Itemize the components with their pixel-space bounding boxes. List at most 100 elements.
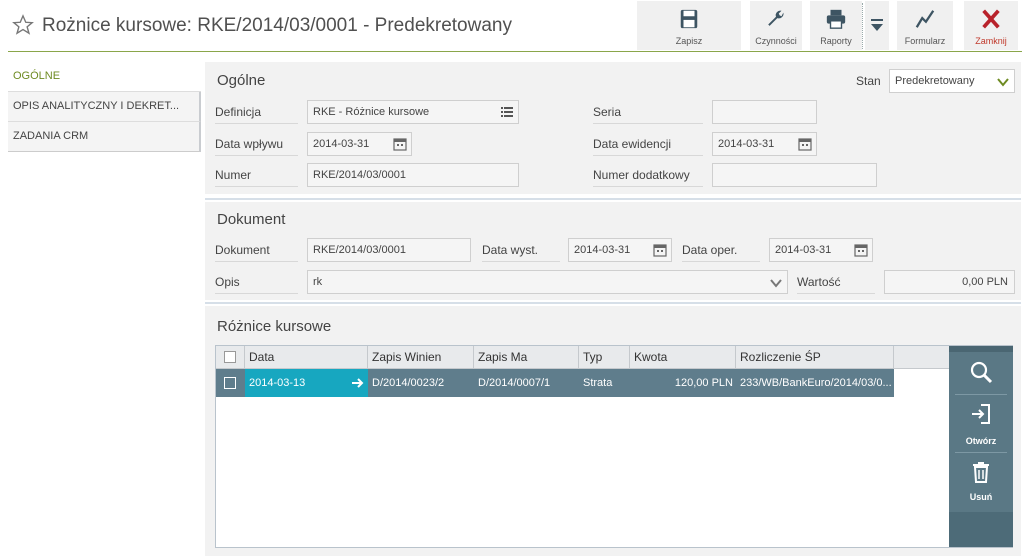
column-header-credit[interactable]: Zapis Ma [474, 346, 579, 369]
printer-icon [826, 9, 846, 29]
reports-button[interactable]: Raporty [810, 1, 862, 50]
chevron-down-icon[interactable] [769, 276, 783, 290]
save-icon [680, 9, 698, 29]
general-section: Ogólne Stan Predekretowany Definicja RKE… [205, 62, 1021, 194]
row-checkbox[interactable] [224, 377, 236, 389]
row-select-cell [216, 369, 245, 397]
op-date-value: 2014-03-31 [775, 244, 832, 256]
extra-number-label: Numer dodatkowy [593, 163, 703, 187]
calendar-icon[interactable] [653, 243, 667, 257]
status-value: Predekretowany [895, 75, 975, 87]
section-divider [205, 198, 1021, 200]
op-date-field[interactable]: 2014-03-31 [769, 238, 873, 262]
calendar-icon[interactable] [393, 137, 407, 151]
chevron-down-icon [997, 78, 1009, 87]
row-debit: D/2014/0023/2 [372, 377, 445, 389]
record-date-value: 2014-03-31 [718, 138, 775, 150]
row-settlement: 233/WB/BankEuro/2014/03/0... [740, 377, 892, 389]
select-all-header [216, 346, 245, 369]
reports-label: Raporty [820, 36, 852, 46]
receipt-date-field[interactable]: 2014-03-31 [307, 132, 412, 156]
header: Rożnice kursowe: RKE/2014/03/0001 - Pred… [0, 0, 1024, 52]
record-date-label: Data ewidencji [593, 132, 703, 156]
doc-label: Dokument [215, 238, 298, 262]
open-button[interactable]: Otwórz [949, 402, 1013, 448]
search-button[interactable] [949, 360, 1013, 388]
calendar-icon[interactable] [798, 137, 812, 151]
extra-number-field[interactable] [712, 163, 877, 187]
diffs-grid: Data Zapis Winien Zapis Ma Typ Kwota Roz… [215, 345, 1013, 548]
open-icon [972, 404, 990, 424]
row-credit: D/2014/0007/1 [478, 377, 551, 389]
close-button[interactable]: Zamknij [964, 1, 1018, 50]
number-label: Numer [215, 163, 298, 187]
general-title: Ogólne [217, 72, 266, 89]
series-field[interactable] [712, 100, 817, 124]
select-all-checkbox[interactable] [224, 351, 236, 363]
star-icon[interactable] [12, 14, 34, 36]
desc-label: Opis [215, 270, 298, 294]
column-header-date[interactable]: Data [245, 346, 368, 369]
definition-value: RKE - Różnice kursowe [313, 106, 430, 118]
search-icon [970, 361, 993, 384]
series-label: Seria [593, 100, 703, 124]
close-label: Zamknij [975, 36, 1007, 46]
delete-button[interactable]: Usuń [949, 460, 1013, 506]
trash-icon [973, 462, 989, 483]
status-label: Stan [856, 74, 881, 88]
form-button[interactable]: Formularz [897, 1, 953, 50]
desc-field[interactable]: rk [307, 270, 788, 294]
tab-analytic[interactable]: OPIS ANALITYCZNY I DEKRET... [8, 92, 201, 122]
page-title: Rożnice kursowe: RKE/2014/03/0001 - Pred… [42, 15, 512, 36]
desc-value: rk [313, 276, 323, 288]
close-icon [982, 9, 1000, 29]
status-select[interactable]: Predekretowany [889, 69, 1015, 93]
definition-field[interactable]: RKE - Różnice kursowe [307, 100, 519, 124]
panel-divider [955, 394, 1007, 395]
record-date-field[interactable]: 2014-03-31 [712, 132, 817, 156]
doc-field[interactable]: RKE/2014/03/0001 [307, 238, 471, 262]
save-button[interactable]: Zapisz [637, 1, 741, 50]
more-button[interactable] [865, 1, 889, 50]
definition-label: Definicja [215, 100, 298, 124]
section-divider [205, 302, 1021, 304]
toolbar-divider [862, 3, 863, 49]
section-tabs: OGÓLNE OPIS ANALITYCZNY I DEKRET... ZADA… [8, 62, 201, 152]
calendar-icon[interactable] [854, 243, 868, 257]
column-header-debit[interactable]: Zapis Winien [368, 346, 474, 369]
tab-general[interactable]: OGÓLNE [8, 62, 201, 92]
column-header-amount[interactable]: Kwota [630, 346, 736, 369]
document-title: Dokument [217, 211, 286, 228]
open-label: Otwórz [965, 436, 997, 446]
form-label: Formularz [904, 36, 946, 46]
actions-button[interactable]: Czynności [750, 1, 802, 50]
column-header-filler [894, 346, 949, 369]
column-header-type[interactable]: Typ [579, 346, 630, 369]
row-amount: 120,00 PLN [674, 377, 733, 389]
number-field[interactable]: RKE/2014/03/0001 [307, 163, 519, 187]
op-date-label: Data oper. [682, 238, 760, 262]
receipt-date-label: Data wpływu [215, 132, 298, 156]
save-label: Zapisz [675, 36, 703, 46]
diffs-title: Różnice kursowe [217, 318, 332, 335]
panel-footer [949, 512, 1013, 547]
issue-date-label: Data wyst. [482, 238, 560, 262]
wrench-icon [768, 10, 784, 26]
column-header-settlement[interactable]: Rozliczenie ŚP [736, 346, 894, 369]
chart-icon [915, 10, 935, 28]
row-date-cell[interactable]: 2014-03-13 [245, 369, 368, 397]
value-field[interactable]: 0,00 PLN [884, 270, 1015, 294]
header-divider [8, 51, 1022, 52]
issue-date-field[interactable]: 2014-03-31 [568, 238, 672, 262]
row-date: 2014-03-13 [249, 377, 306, 389]
value-label: Wartość [797, 270, 875, 294]
panel-divider [955, 452, 1007, 453]
grid-actions-topbar [949, 346, 1013, 352]
list-icon[interactable] [500, 105, 514, 119]
row-type: Strata [583, 377, 613, 389]
tab-crm[interactable]: ZADANIA CRM [8, 122, 201, 152]
issue-date-value: 2014-03-31 [574, 244, 631, 256]
actions-label: Czynności [755, 36, 797, 46]
arrow-right-icon[interactable] [351, 377, 364, 389]
table-row[interactable]: 2014-03-13 D/2014/0023/2 D/2014/0007/1 S… [216, 369, 894, 397]
